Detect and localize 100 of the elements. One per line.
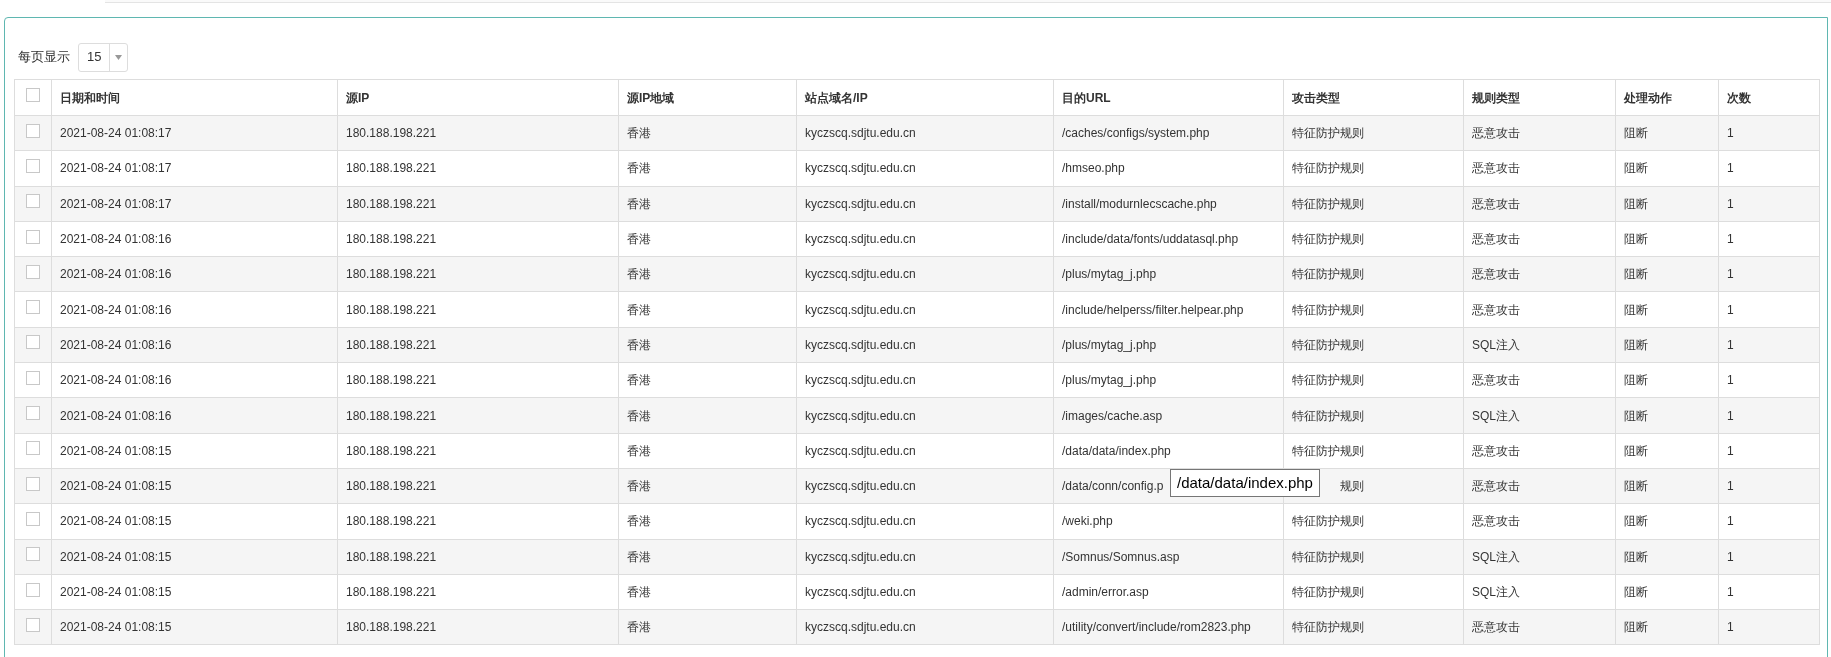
- table-cell: /caches/configs/system.php: [1062, 126, 1210, 141]
- table-cell: 特征防护规则: [1292, 196, 1364, 211]
- checkbox[interactable]: [26, 229, 40, 244]
- checkbox[interactable]: [26, 370, 40, 385]
- table-cell: SQL注入: [1472, 549, 1520, 564]
- checkbox[interactable]: [26, 264, 40, 279]
- table-cell: /images/cache.asp: [1062, 408, 1163, 423]
- table-cell: 特征防护规则: [1292, 267, 1364, 282]
- column-header: 日期和时间: [51, 79, 338, 116]
- table-cell: 1: [1727, 620, 1734, 635]
- page-size-label: 每页显示: [18, 48, 70, 67]
- table-cell: 恶意攻击: [1472, 373, 1520, 388]
- table-cell: 恶意攻击: [1472, 161, 1520, 176]
- table-cell: kyczscq.sdjtu.edu.cn: [805, 267, 916, 282]
- checkbox[interactable]: [26, 582, 40, 597]
- table-cell: 1: [1727, 337, 1734, 352]
- table-cell: /data/conn/config.p: [1062, 479, 1164, 494]
- table-cell: 1: [1727, 302, 1734, 317]
- checkbox[interactable]: [26, 511, 40, 526]
- table-cell: kyczscq.sdjtu.edu.cn: [805, 196, 916, 211]
- table-cell: 恶意攻击: [1472, 514, 1520, 529]
- table-cell: /plus/mytag_j.php: [1062, 337, 1157, 352]
- table-cell: /plus/mytag_j.php: [1062, 373, 1157, 388]
- column-header: 处理动作: [1615, 79, 1719, 116]
- table-cell: 阻断: [1624, 549, 1648, 564]
- table-cell: SQL注入: [1472, 585, 1520, 599]
- table-cell: 2021-08-24 01:08:15: [60, 479, 172, 494]
- table-cell: kyczscq.sdjtu.edu.cn: [805, 161, 916, 176]
- table-cell: 1: [1727, 549, 1734, 564]
- table-cell: 香港: [627, 373, 651, 388]
- table-cell: 1: [1727, 196, 1734, 211]
- table-cell: 特征防护规则: [1292, 549, 1364, 564]
- table-cell: 180.188.198.221: [346, 196, 437, 211]
- table-cell: 180.188.198.221: [346, 126, 437, 141]
- table-cell: /include/helperss/filter.helpear.php: [1062, 302, 1244, 317]
- table-cell: 香港: [627, 443, 651, 458]
- table-cell: 特征防护规则: [1292, 161, 1364, 176]
- table-cell: 特征防护规则: [1292, 337, 1364, 352]
- table-cell: 恶意攻击: [1472, 126, 1520, 141]
- checkbox[interactable]: [26, 406, 40, 420]
- checkbox[interactable]: [26, 335, 40, 350]
- table-cell: 2021-08-24 01:08:16: [60, 302, 172, 317]
- table-cell: 1: [1727, 479, 1734, 494]
- page-size-select[interactable]: 15: [78, 42, 129, 72]
- table-cell: 2021-08-24 01:08:17: [60, 126, 172, 141]
- table-cell: 香港: [627, 232, 651, 247]
- table-cell: 阻断: [1624, 161, 1648, 176]
- table-cell: kyczscq.sdjtu.edu.cn: [805, 620, 916, 635]
- checkbox[interactable]: [26, 547, 40, 562]
- table-cell: 阻断: [1624, 373, 1648, 388]
- column-header: 次数: [1718, 79, 1820, 116]
- table-cell: /Somnus/Somnus.asp: [1062, 549, 1180, 564]
- checkbox[interactable]: [26, 617, 40, 632]
- table-cell: 2021-08-24 01:08:15: [60, 620, 172, 635]
- table-cell: 香港: [627, 549, 651, 564]
- table-cell: 阻断: [1624, 620, 1648, 635]
- table-cell: 特征防护规则: [1292, 514, 1364, 529]
- checkbox[interactable]: [26, 476, 40, 491]
- table-cell: 阻断: [1624, 232, 1648, 247]
- table-cell: 1: [1727, 585, 1734, 599]
- checkbox[interactable]: [26, 88, 40, 102]
- table-cell: 阻断: [1624, 408, 1648, 423]
- caret-icon: [115, 54, 123, 60]
- table-cell: kyczscq.sdjtu.edu.cn: [805, 479, 916, 494]
- table-cell: 恶意攻击: [1472, 479, 1520, 494]
- table-cell: 2021-08-24 01:08:16: [60, 267, 172, 282]
- column-header: 站点域名/IP: [796, 79, 1054, 116]
- column-header: 攻击类型: [1283, 79, 1464, 116]
- checkbox[interactable]: [26, 300, 40, 315]
- table-cell: 阻断: [1624, 514, 1648, 529]
- table-cell: 1: [1727, 267, 1734, 282]
- table-cell: 特征防护规则: [1292, 585, 1364, 599]
- table-cell: 特征防护规则: [1292, 620, 1364, 635]
- table-cell: /install/modurnlecscache.php: [1062, 196, 1217, 211]
- table-cell: kyczscq.sdjtu.edu.cn: [805, 337, 916, 352]
- table-cell: 1: [1727, 126, 1734, 141]
- checkbox[interactable]: [26, 194, 40, 209]
- table-cell: kyczscq.sdjtu.edu.cn: [805, 443, 916, 458]
- table-cell: 2021-08-24 01:08:16: [60, 373, 172, 388]
- table-cell: /data/data/index.php: [1062, 443, 1171, 458]
- table-cell: 恶意攻击: [1472, 443, 1520, 458]
- table-cell: 2021-08-24 01:08:15: [60, 549, 172, 564]
- table-cell: 2021-08-24 01:08:16: [60, 337, 172, 352]
- table-cell: 2021-08-24 01:08:17: [60, 161, 172, 176]
- table-cell: SQL注入: [1472, 408, 1520, 423]
- table-cell: 阻断: [1624, 196, 1648, 211]
- checkbox[interactable]: [26, 123, 40, 138]
- table-cell: 阻断: [1624, 267, 1648, 282]
- table-cell: 规则: [1340, 479, 1364, 494]
- table-cell: kyczscq.sdjtu.edu.cn: [805, 126, 916, 141]
- checkbox[interactable]: [26, 441, 40, 456]
- checkbox[interactable]: [26, 158, 40, 173]
- table-cell: kyczscq.sdjtu.edu.cn: [805, 373, 916, 388]
- table-cell: /admin/error.asp: [1062, 585, 1149, 599]
- column-header: 目的URL: [1053, 79, 1284, 116]
- tooltip: /data/data/index.php: [1170, 468, 1320, 498]
- table-cell: 香港: [627, 126, 651, 141]
- table-cell: 2021-08-24 01:08:17: [60, 196, 172, 211]
- table-cell: 恶意攻击: [1472, 620, 1520, 635]
- table-cell: /hmseo.php: [1062, 161, 1125, 176]
